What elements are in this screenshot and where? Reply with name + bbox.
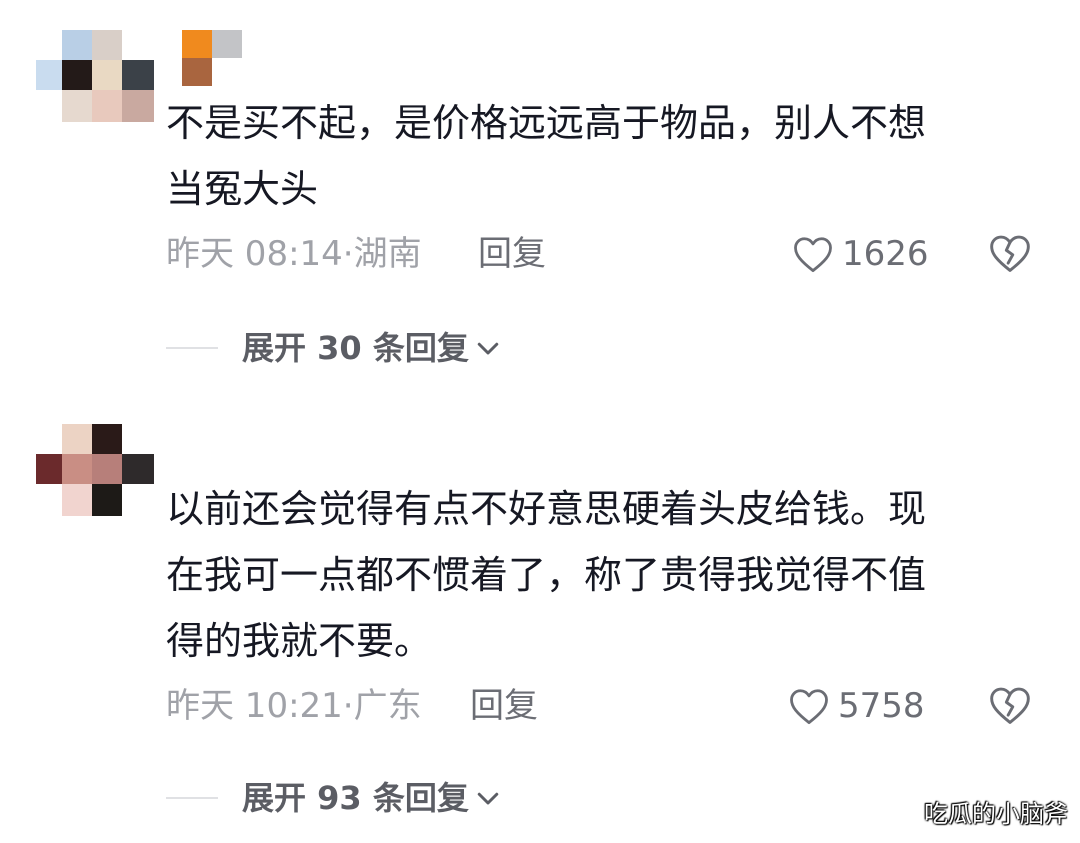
avatar[interactable] [36,30,154,122]
divider-line [166,797,218,799]
expand-replies-button[interactable]: 展开 30 条回复 [166,328,503,368]
watermark: 吃瓜的小脑斧 [924,800,1068,828]
chevron-down-icon [477,342,499,355]
expand-replies-label: 展开 30 条回复 [242,329,469,367]
comment-time: 昨天 10:21 [166,686,343,726]
heart-outline-icon [790,689,828,725]
divider-line [166,347,218,349]
comment-time: 昨天 08:14 [166,234,343,274]
dislike-button[interactable] [988,232,1032,276]
broken-heart-icon [990,235,1030,272]
comment-meta: 昨天 10:21·广东 [166,686,422,726]
like-count: 5758 [838,686,925,726]
comment-text-line: 当冤大头 [166,167,319,211]
broken-heart-icon [990,687,1030,724]
expand-replies-label: 展开 93 条回复 [242,779,469,817]
heart-outline-icon [794,237,832,273]
like-button[interactable]: 1626 [792,232,929,276]
dislike-button[interactable] [988,684,1032,728]
like-count: 1626 [842,234,929,274]
meta-separator: · [342,686,354,726]
comment-text-line: 得的我就不要。 [166,619,433,663]
comment-text-line: 在我可一点都不惯着了，称了贵得我觉得不值 [166,553,927,597]
comment-text-line: 以前还会觉得有点不好意思硬着头皮给钱。现 [166,487,927,531]
reply-button[interactable]: 回复 [478,234,546,274]
comment-location: 湖南 [353,234,422,274]
avatar[interactable] [36,424,154,516]
comment-text: 以前还会觉得有点不好意思硬着头皮给钱。现 在我可一点都不惯着了，称了贵得我觉得不… [166,476,1006,674]
comment-text: 不是买不起，是价格远远高于物品，别人不想 当冤大头 [166,90,1006,222]
expand-replies-button[interactable]: 展开 93 条回复 [166,778,503,818]
comment-meta: 昨天 08:14·湖南 [166,234,422,274]
reply-button[interactable]: 回复 [470,686,538,726]
comment-location: 广东 [353,686,422,726]
user-badge-icon [182,30,242,86]
like-button[interactable]: 5758 [788,684,925,728]
meta-separator: · [342,234,354,274]
chevron-down-icon [477,792,499,805]
comment-text-line: 不是买不起，是价格远远高于物品，别人不想 [166,101,927,145]
